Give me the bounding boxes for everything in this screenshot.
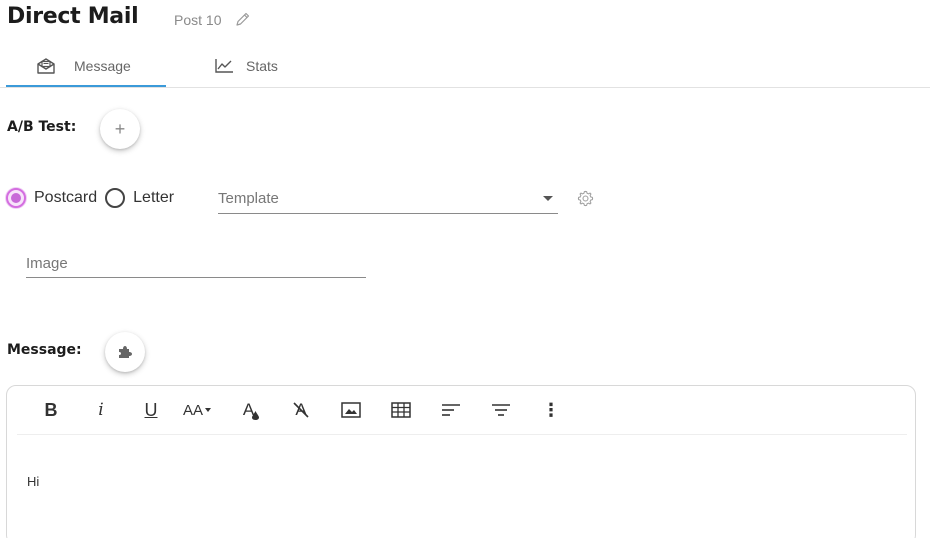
postcard-radio[interactable] bbox=[6, 188, 26, 208]
dropdown-caret-icon bbox=[543, 196, 553, 201]
postcard-label[interactable]: Postcard bbox=[34, 189, 97, 207]
editor-toolbar: B i U AA A A bbox=[17, 386, 907, 435]
letter-label[interactable]: Letter bbox=[133, 189, 174, 207]
table-icon bbox=[391, 402, 411, 418]
plus-icon: + bbox=[114, 118, 126, 139]
image-placeholder: Image bbox=[26, 255, 68, 272]
editor-content[interactable]: Hi bbox=[27, 474, 39, 489]
gear-icon[interactable] bbox=[577, 190, 594, 207]
insert-image-button[interactable] bbox=[337, 398, 365, 422]
align-left-icon bbox=[442, 404, 460, 416]
italic-button[interactable]: i bbox=[87, 398, 115, 422]
template-select[interactable]: Template bbox=[218, 185, 558, 214]
merge-fields-button[interactable] bbox=[105, 332, 145, 372]
page-title: Direct Mail bbox=[7, 4, 139, 29]
bold-button[interactable]: B bbox=[37, 398, 65, 422]
envelope-open-icon bbox=[37, 57, 55, 74]
color-drop-icon bbox=[252, 410, 260, 420]
line-chart-icon bbox=[215, 58, 233, 73]
image-field[interactable]: Image bbox=[26, 250, 366, 278]
puzzle-icon bbox=[119, 346, 132, 358]
image-icon bbox=[341, 402, 361, 418]
pencil-icon[interactable] bbox=[235, 11, 251, 27]
text-color-button[interactable]: A bbox=[237, 398, 265, 422]
align-left-button[interactable] bbox=[437, 398, 465, 422]
ab-test-label: A/B Test: bbox=[7, 119, 77, 135]
align-center-icon bbox=[492, 404, 510, 416]
caret-down-icon bbox=[205, 408, 211, 412]
align-center-button[interactable] bbox=[487, 398, 515, 422]
tab-bar: Message Stats bbox=[0, 44, 930, 88]
more-options-button[interactable]: ⋮ bbox=[537, 398, 565, 422]
add-ab-test-button[interactable]: + bbox=[100, 109, 140, 149]
active-tab-indicator bbox=[6, 85, 166, 87]
tab-message-label: Message bbox=[74, 57, 131, 74]
font-size-label: AA bbox=[182, 401, 203, 419]
underline-button[interactable]: U bbox=[137, 398, 165, 422]
message-editor: B i U AA A A bbox=[6, 385, 916, 538]
tab-message[interactable]: Message bbox=[6, 44, 166, 87]
font-size-button[interactable]: AA bbox=[177, 398, 217, 422]
message-label: Message: bbox=[7, 342, 82, 358]
post-label: Post 10 bbox=[174, 12, 222, 28]
tab-stats-label: Stats bbox=[246, 57, 278, 74]
letter-radio[interactable] bbox=[105, 188, 126, 208]
strike-slash-icon bbox=[293, 402, 309, 418]
tab-stats[interactable]: Stats bbox=[212, 44, 332, 87]
format-radio-group: Postcard Letter bbox=[6, 188, 174, 208]
insert-table-button[interactable] bbox=[387, 398, 415, 422]
template-placeholder: Template bbox=[218, 190, 279, 207]
clear-format-button[interactable]: A bbox=[287, 398, 315, 422]
